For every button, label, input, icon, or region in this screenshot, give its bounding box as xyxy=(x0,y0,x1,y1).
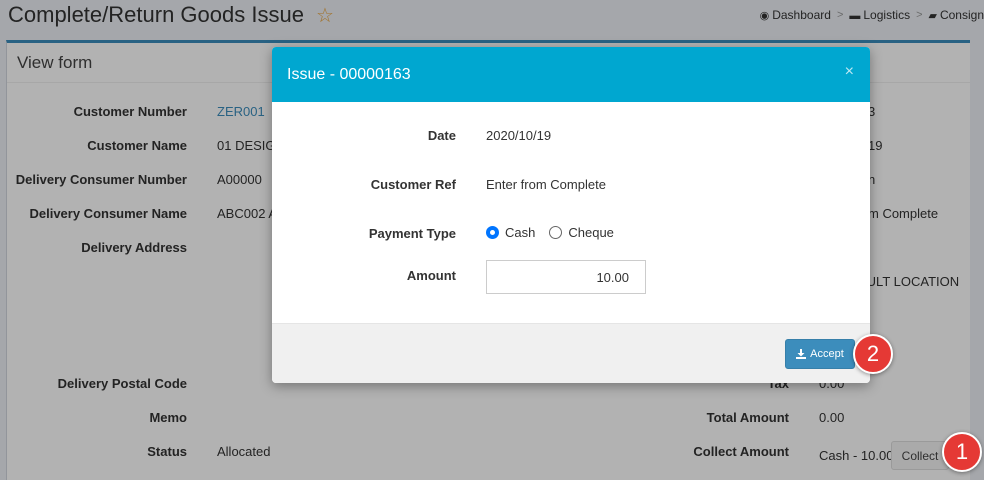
date-label: Date xyxy=(427,128,456,143)
amount-label: Amount xyxy=(406,268,456,283)
cheque-radio-label[interactable]: Cheque xyxy=(568,225,614,240)
modal-footer: Accept xyxy=(272,323,870,383)
payment-type-radio-group: Cash Cheque xyxy=(486,225,622,240)
modal-header: Issue - 00000163 × xyxy=(272,47,870,102)
close-icon[interactable]: × xyxy=(845,63,854,81)
cash-radio-label[interactable]: Cash xyxy=(505,225,535,240)
modal-title: Issue - 00000163 xyxy=(287,65,411,83)
issue-modal: Issue - 00000163 × Date 2020/10/19 Custo… xyxy=(272,47,870,383)
cash-radio[interactable] xyxy=(486,226,499,239)
customer-ref-value: Enter from Complete xyxy=(486,177,606,192)
modal-body: Date 2020/10/19 Customer Ref Enter from … xyxy=(272,102,870,323)
date-value: 2020/10/19 xyxy=(486,128,552,143)
cheque-radio[interactable] xyxy=(549,226,563,239)
accept-label: Accept xyxy=(810,348,844,360)
accept-button[interactable]: Accept xyxy=(785,339,855,369)
callout-badge-1: 1 xyxy=(942,432,982,472)
payment-type-label: Payment Type xyxy=(368,226,456,241)
callout-badge-2: 2 xyxy=(853,334,893,374)
download-icon xyxy=(796,349,807,359)
amount-input[interactable]: 10.00 xyxy=(486,260,646,294)
customer-ref-label: Customer Ref xyxy=(370,177,456,192)
